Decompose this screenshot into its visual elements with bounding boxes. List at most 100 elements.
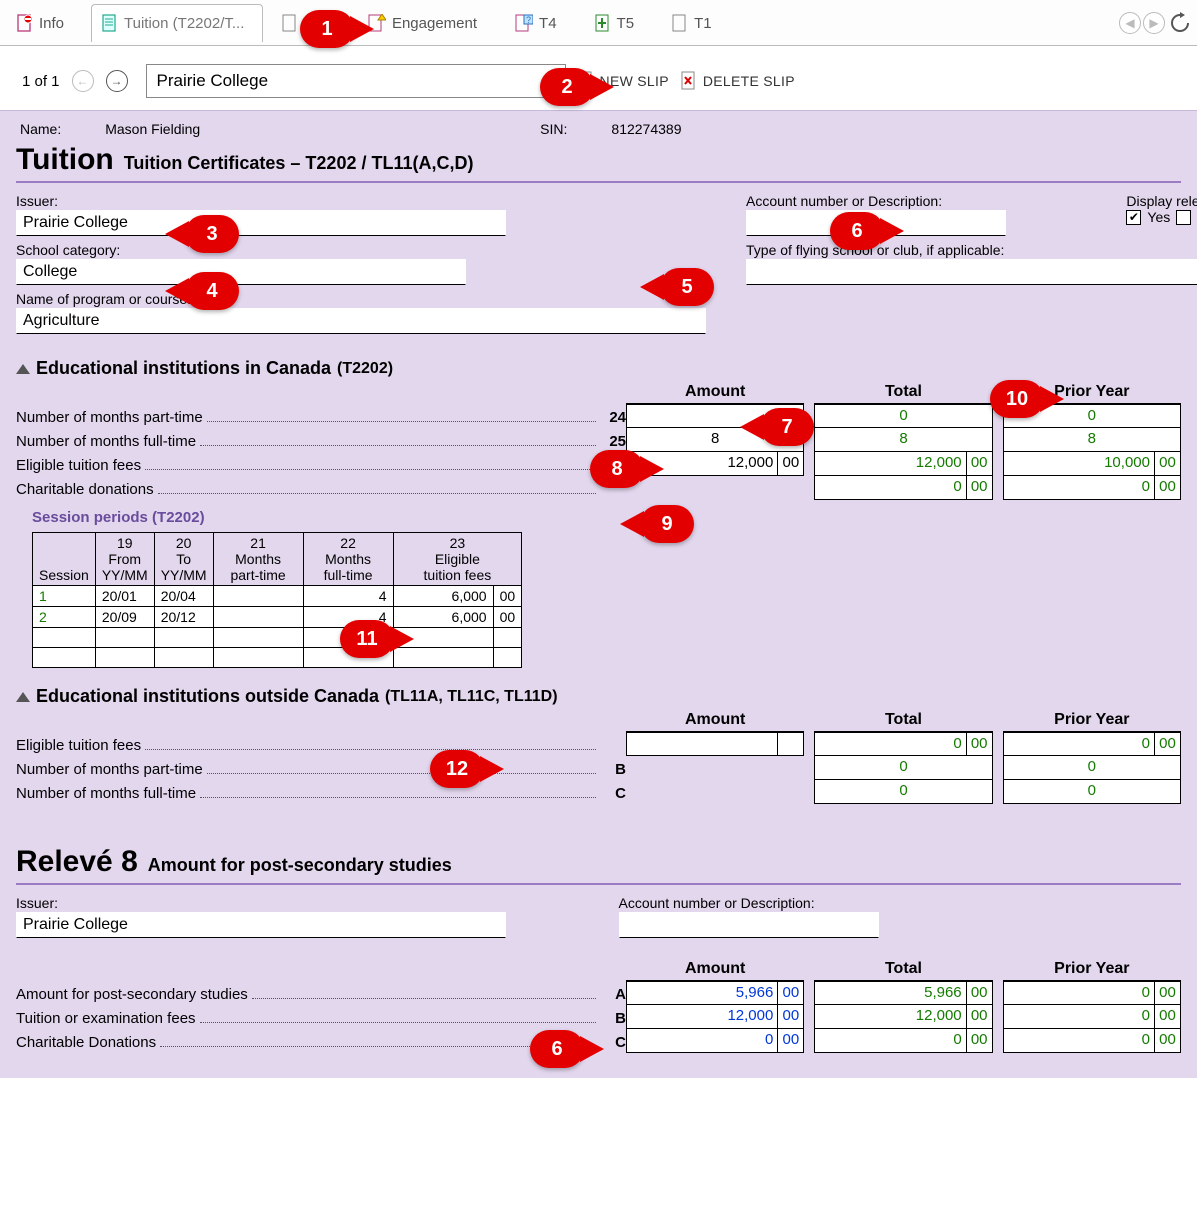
ribbon-tabs: Info Tuition (T2202/T... S11 Engagement … <box>0 0 1197 46</box>
fees-cell[interactable]: 6,000 <box>393 607 493 628</box>
row-label: Number of months full-time <box>16 785 196 802</box>
from-cell[interactable]: 20/01 <box>95 586 154 607</box>
tab-t5[interactable]: T5 <box>584 4 654 42</box>
total-cell: 5,966 <box>815 982 965 1004</box>
releve-account-field[interactable] <box>619 912 879 938</box>
amount-cell[interactable]: 12,000 <box>627 1005 777 1028</box>
cents-cell: 00 <box>966 452 992 475</box>
col-header: Total <box>814 960 992 981</box>
section-sub: (TL11A, TL11C, TL11D) <box>385 688 557 706</box>
callout-6b: 6 <box>530 1030 584 1068</box>
th-session: Session <box>33 533 96 586</box>
total-cell: 0 <box>815 780 991 803</box>
ribbon-nav: ◀ ▶ <box>1119 12 1191 34</box>
to-cell[interactable]: 20/04 <box>154 586 213 607</box>
delete-slip-button[interactable]: DELETE SLIP <box>681 71 795 91</box>
section-canada-header[interactable]: Educational institutions in Canada (T220… <box>16 358 1181 379</box>
school-category-field[interactable] <box>16 259 466 285</box>
pt-cell[interactable] <box>213 586 303 607</box>
session-num[interactable]: 1 <box>33 586 96 607</box>
session-row[interactable] <box>33 648 522 668</box>
callout-10: 10 <box>990 380 1044 418</box>
tab-t4[interactable]: ? T4 <box>504 4 576 42</box>
client-row: Name: Mason Fielding SIN: 812274389 <box>16 119 1181 139</box>
tab-info[interactable]: Info <box>6 4 83 42</box>
section-outside-canada-header[interactable]: Educational institutions outside Canada … <box>16 686 1181 707</box>
session-row[interactable] <box>33 628 522 648</box>
fees-cell[interactable]: 6,000 <box>393 586 493 607</box>
cents-cell: 00 <box>966 733 992 755</box>
th-months-ft: 22Monthsfull-time <box>303 533 393 586</box>
ft-cell[interactable]: 4 <box>303 586 393 607</box>
cents-cell[interactable]: 00 <box>777 1005 803 1028</box>
row-label: Number of months part-time <box>16 409 203 426</box>
amount-cell[interactable] <box>627 733 777 755</box>
releve-account-label: Account number or Description: <box>619 895 815 911</box>
title-sub: Tuition Certificates – T2202 / TL11(A,C,… <box>124 153 474 174</box>
col-header: Total <box>814 711 992 732</box>
tab-tuition[interactable]: Tuition (T2202/T... <box>91 4 263 42</box>
th-from: 19FromYY/MM <box>95 533 154 586</box>
cents-cell[interactable]: 00 <box>493 586 522 607</box>
row-label: Amount for post-secondary studies <box>16 986 248 1003</box>
cents-cell: 00 <box>1154 1005 1180 1028</box>
slip-panel: Name: Mason Fielding SIN: 812274389 Tuit… <box>0 110 1197 1078</box>
svg-text:?: ? <box>526 15 531 25</box>
total-column: Total 0 8 12,00000 000 <box>814 383 992 501</box>
cents-cell[interactable]: 00 <box>777 982 803 1004</box>
tab-label: Tuition (T2202/T... <box>124 15 244 32</box>
sin-label: SIN: <box>540 121 567 137</box>
issuer-field[interactable] <box>16 210 506 236</box>
chevron-up-icon <box>16 364 30 374</box>
box-number: 25 <box>600 433 626 450</box>
file-delete-icon <box>681 71 697 91</box>
session-num[interactable]: 2 <box>33 607 96 628</box>
amount-cell[interactable]: 0 <box>627 1029 777 1052</box>
delete-slip-label: DELETE SLIP <box>703 73 795 89</box>
display-releve-label: Display relevé ? <box>1126 193 1197 209</box>
to-cell[interactable]: 20/12 <box>154 607 213 628</box>
ribbon-next-button[interactable]: ▶ <box>1143 12 1165 34</box>
slip-issuer-input[interactable] <box>146 64 566 98</box>
callout-1: 1 <box>300 10 354 48</box>
prior-cell: 0 <box>1004 476 1154 499</box>
session-row[interactable]: 1 20/01 20/04 4 6,000 00 <box>33 586 522 607</box>
cents-cell[interactable] <box>777 733 803 755</box>
cents-cell[interactable]: 00 <box>493 607 522 628</box>
program-field[interactable] <box>16 308 706 334</box>
col-header: Total <box>814 383 992 404</box>
tab-label: T1 <box>694 15 712 32</box>
amount-cell[interactable]: 5,966 <box>627 982 777 1004</box>
display-no-checkbox[interactable] <box>1176 210 1191 225</box>
from-cell[interactable]: 20/09 <box>95 607 154 628</box>
tab-engagement[interactable]: Engagement <box>357 4 496 42</box>
title-main: Relevé 8 <box>16 845 138 879</box>
flying-school-field[interactable] <box>746 259 1197 285</box>
cents-cell: 00 <box>1154 733 1180 755</box>
display-yes-checkbox[interactable]: ✔ <box>1126 210 1141 225</box>
prior-cell: 10,000 <box>1004 452 1154 475</box>
next-slip-button[interactable]: → <box>106 70 128 92</box>
total-column: Total 000 0 0 <box>814 711 992 805</box>
tab-t1[interactable]: T1 <box>661 4 731 42</box>
session-periods-table: Session 19FromYY/MM 20ToYY/MM 21Monthspa… <box>32 532 522 668</box>
th-to: 20ToYY/MM <box>154 533 213 586</box>
releve-issuer-field[interactable] <box>16 912 506 938</box>
pt-cell[interactable] <box>213 607 303 628</box>
session-row[interactable]: 2 20/09 20/12 4 6,000 00 <box>33 607 522 628</box>
prior-year-column: Prior Year 000 000 000 <box>1003 960 1181 1054</box>
tab-label: T5 <box>617 15 635 32</box>
tab-label: Engagement <box>392 15 477 32</box>
refresh-icon[interactable] <box>1169 12 1191 34</box>
slip-counter: 1 of 1 <box>22 73 60 90</box>
section-title: Educational institutions in Canada <box>36 358 331 379</box>
ribbon-prev-button[interactable]: ◀ <box>1119 12 1141 34</box>
client-name: Mason Fielding <box>105 121 200 137</box>
prev-slip-button[interactable]: ← <box>72 70 94 92</box>
cents-cell[interactable]: 00 <box>777 452 803 475</box>
cents-cell[interactable]: 00 <box>777 1029 803 1052</box>
callout-4: 4 <box>185 272 239 310</box>
box-number: A <box>600 986 626 1003</box>
prior-cell: 0 <box>1004 982 1154 1004</box>
total-cell: 0 <box>815 476 965 499</box>
